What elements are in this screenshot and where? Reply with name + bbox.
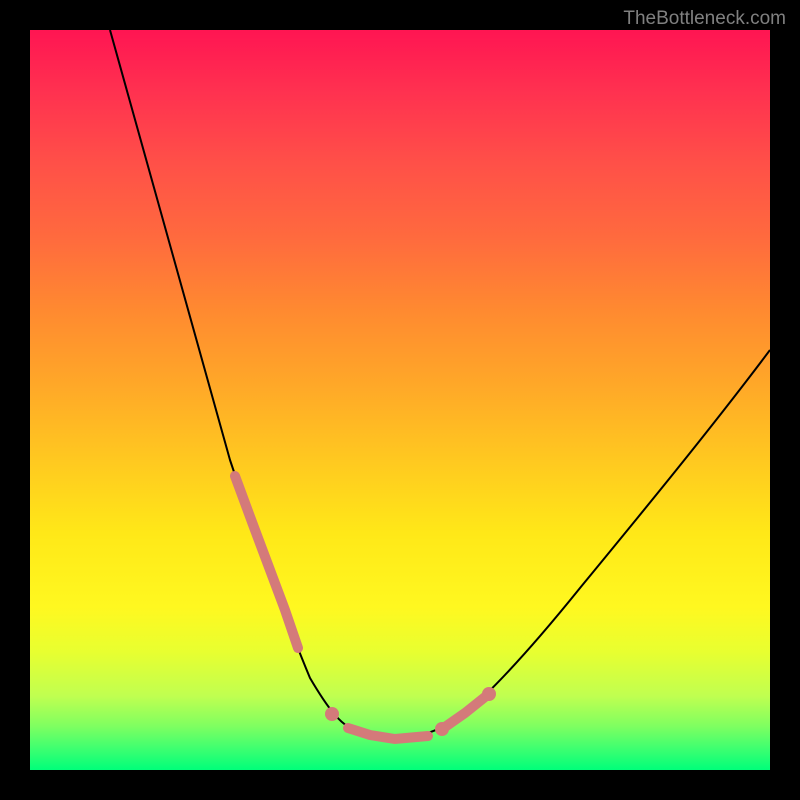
watermark-text: TheBottleneck.com [623,8,786,30]
pink-marker-left [235,476,298,648]
chart-area [30,30,770,770]
bottleneck-curve [110,30,770,739]
pink-dot-2 [435,722,449,736]
pink-dot-3 [482,687,496,701]
curve-svg [30,30,770,770]
pink-marker-right [445,697,485,727]
pink-dot-1 [325,707,339,721]
pink-marker-floor [348,728,428,739]
